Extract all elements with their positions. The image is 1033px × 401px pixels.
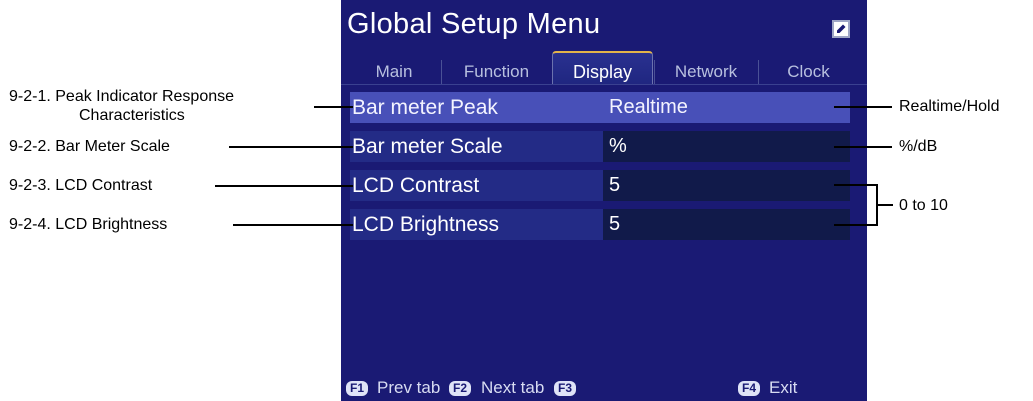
range-bracket [834, 184, 893, 226]
callout-range: 0 to 10 [899, 197, 948, 214]
